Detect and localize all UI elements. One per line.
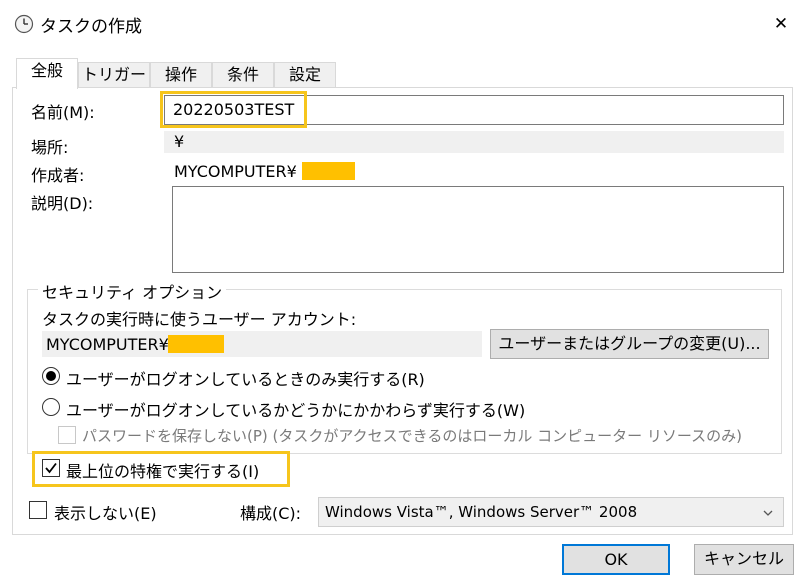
no-store-password-label: パスワードを保存しない(P) (タスクがアクセスできるのはローカル コンピュータ… — [82, 427, 742, 445]
radio-logged-on-only[interactable] — [42, 367, 60, 385]
configure-label: 構成(C): — [240, 504, 302, 523]
tab-triggers[interactable]: トリガー — [78, 62, 150, 88]
author-redaction — [302, 162, 355, 180]
window-title: タスクの作成 — [40, 17, 142, 37]
tab-conditions[interactable]: 条件 — [212, 62, 274, 88]
description-textarea[interactable] — [172, 186, 784, 273]
account-label: タスクの実行時に使うユーザー アカウント: — [42, 310, 357, 329]
name-label: 名前(M): — [31, 103, 95, 122]
radio-whether-logged-on-label[interactable]: ユーザーがログオンしているかどうかにかかわらず実行する(W) — [66, 397, 525, 421]
location-label: 場所: — [31, 138, 69, 157]
security-options-title: セキュリティ オプション — [38, 279, 227, 303]
radio-logged-on-only-label[interactable]: ユーザーがログオンしているときのみ実行する(R) — [66, 366, 425, 390]
author-label: 作成者: — [31, 166, 85, 185]
location-field — [164, 131, 784, 153]
configure-select[interactable]: Windows Vista™, Windows Server™ 2008 — [318, 497, 784, 527]
location-value: ¥ — [174, 132, 185, 151]
cancel-button[interactable]: キャンセル — [694, 544, 794, 575]
account-value: MYCOMPUTER¥ — [46, 335, 169, 354]
author-value: MYCOMPUTER¥ — [174, 162, 297, 181]
tab-settings[interactable]: 設定 — [274, 62, 336, 88]
hidden-label[interactable]: 表示しない(E) — [54, 500, 157, 524]
close-button[interactable]: ✕ — [764, 8, 798, 40]
description-label: 説明(D): — [31, 194, 94, 213]
no-store-password-checkbox — [58, 426, 76, 444]
task-scheduler-clock-icon — [14, 14, 34, 34]
change-user-button[interactable]: ユーザーまたはグループの変更(U)... — [490, 329, 769, 359]
ok-button[interactable]: OK — [562, 544, 670, 575]
close-icon: ✕ — [773, 14, 789, 34]
account-redaction — [168, 335, 224, 353]
tab-actions[interactable]: 操作 — [150, 62, 212, 88]
radio-selected-dot — [46, 371, 56, 381]
highest-privileges-label[interactable]: 最上位の特権で実行する(I) — [66, 458, 259, 482]
checkmark-icon — [45, 462, 57, 474]
radio-whether-logged-on[interactable] — [42, 398, 60, 416]
highest-privileges-checkbox[interactable] — [42, 459, 60, 477]
configure-value: Windows Vista™, Windows Server™ 2008 — [325, 503, 638, 521]
hidden-checkbox[interactable] — [29, 501, 47, 519]
name-highlight-box — [160, 91, 307, 128]
tab-general[interactable]: 全般 — [16, 58, 78, 89]
chevron-down-icon — [762, 504, 774, 523]
